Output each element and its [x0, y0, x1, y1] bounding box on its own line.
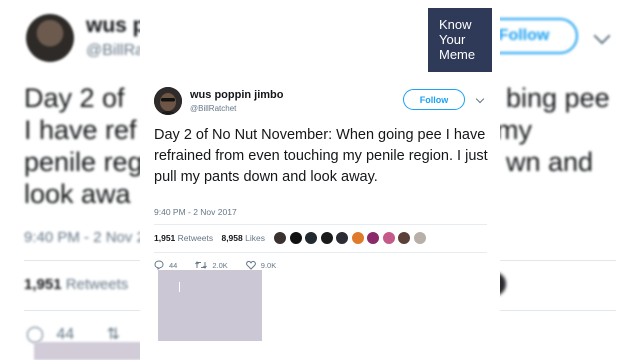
- background-text-line: look awa: [24, 179, 131, 209]
- liker-avatar[interactable]: [381, 231, 396, 245]
- liker-avatar[interactable]: [366, 231, 380, 245]
- divider: [154, 224, 487, 225]
- tweet-timestamp[interactable]: 9:40 PM - 2 Nov 2017: [154, 207, 237, 217]
- retweet-count: 2.0K: [212, 260, 228, 270]
- reply-icon: [154, 260, 164, 270]
- liker-avatars[interactable]: [273, 231, 427, 245]
- like-button[interactable]: 9.0K: [245, 260, 277, 270]
- follow-button[interactable]: Follow: [403, 89, 465, 110]
- tweet-stats: 1,951 Retweets 8,958 Likes: [154, 233, 265, 243]
- retweets-stat[interactable]: 1,951 Retweets: [154, 233, 213, 243]
- background-text-line: penile regi: [24, 147, 149, 177]
- background-text-right: my: [496, 115, 532, 145]
- background-text-line: Day 2 of: [24, 83, 125, 113]
- liker-avatar[interactable]: [335, 231, 349, 245]
- likes-stat[interactable]: 8,958 Likes: [221, 233, 265, 243]
- text-cursor: [179, 282, 180, 292]
- background-text-right: bing pee: [506, 83, 610, 113]
- background-shade: [34, 342, 144, 360]
- background-display-name: wus p: [86, 14, 146, 37]
- background-actions: ◯ 44 ⇅: [26, 326, 121, 343]
- liker-avatar[interactable]: [304, 231, 318, 245]
- reply-count: 44: [169, 260, 178, 270]
- background-text-right: wn and: [506, 147, 594, 177]
- tweet-actions: 44 2.0K 9.0K: [154, 260, 294, 270]
- retweet-button[interactable]: 2.0K: [195, 260, 228, 270]
- liker-avatar[interactable]: [319, 231, 334, 245]
- heart-icon: [245, 260, 256, 270]
- background-text-line: I have ref: [24, 115, 137, 145]
- user-handle[interactable]: @BillRatchet: [190, 104, 236, 113]
- overlay-box: [158, 270, 262, 341]
- like-count: 9.0K: [260, 260, 277, 270]
- display-name[interactable]: wus poppin jimbo: [190, 89, 284, 101]
- liker-avatar[interactable]: [288, 231, 303, 245]
- liker-avatar[interactable]: [412, 231, 427, 245]
- background-chevron-down-icon: [593, 27, 611, 45]
- retweet-icon: [195, 261, 208, 269]
- background-stats: 1,951 Retweets: [24, 276, 129, 293]
- liker-avatar[interactable]: [350, 231, 365, 245]
- background-avatar: [26, 14, 74, 62]
- background-timestamp: 9:40 PM - 2 Nov 2: [24, 229, 145, 246]
- avatar[interactable]: [154, 87, 182, 115]
- reply-button[interactable]: 44: [154, 260, 177, 270]
- liker-avatar[interactable]: [397, 231, 411, 245]
- liker-avatar[interactable]: [273, 231, 287, 245]
- tweet-text: Day 2 of No Nut November: When going pee…: [154, 127, 488, 185]
- know-your-meme-watermark: Know Your Meme: [428, 8, 492, 72]
- background-reply-icon: ◯: [26, 326, 44, 343]
- divider: [154, 252, 487, 253]
- background-retweet-icon: ⇅: [106, 326, 121, 343]
